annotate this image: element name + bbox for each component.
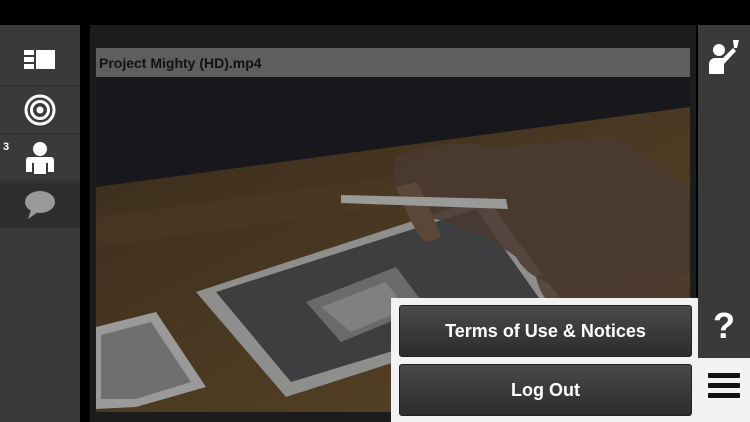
hamburger-menu-icon[interactable]	[708, 373, 740, 407]
sidebar-item-participants[interactable]: 3	[0, 135, 80, 182]
menu-popup: Terms of Use & Notices Log Out	[391, 298, 698, 422]
chat-bubble-icon	[25, 191, 55, 219]
help-button[interactable]: ?	[698, 295, 750, 357]
left-sidebar: 3	[0, 25, 80, 422]
help-icon: ?	[713, 305, 735, 346]
sidebar-item-layout[interactable]	[0, 39, 80, 86]
participant-count-badge: 3	[3, 141, 10, 153]
log-out-button[interactable]: Log Out	[399, 364, 692, 416]
layout-icon	[24, 50, 55, 69]
sidebar-item-chat[interactable]	[0, 183, 80, 228]
video-title-bar: Project Mighty (HD).mp4	[96, 48, 690, 77]
video-title: Project Mighty (HD).mp4	[99, 54, 262, 71]
raise-hand-button[interactable]	[698, 25, 750, 89]
participants-icon	[26, 142, 54, 174]
raise-hand-icon	[709, 40, 739, 74]
terms-of-use-button[interactable]: Terms of Use & Notices	[399, 305, 692, 357]
target-icon	[24, 94, 56, 126]
sidebar-item-target[interactable]	[0, 87, 80, 134]
